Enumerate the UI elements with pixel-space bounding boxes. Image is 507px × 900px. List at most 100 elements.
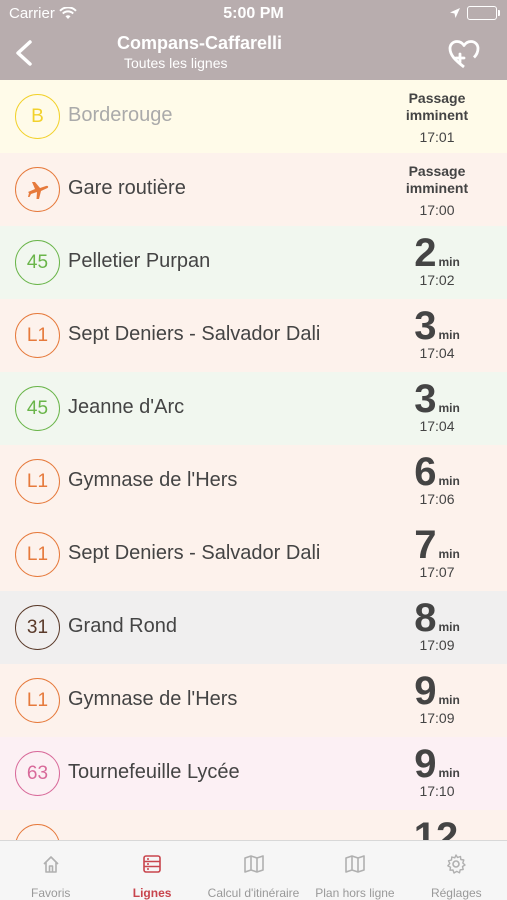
status-text: Passage imminent bbox=[405, 90, 469, 123]
departure-row[interactable]: 63 Tournefeuille Lycée 9 min 17:10 bbox=[0, 737, 507, 810]
scheduled-time: 17:02 bbox=[419, 272, 455, 288]
minutes-unit: min bbox=[438, 401, 460, 415]
minutes-unit: min bbox=[438, 255, 460, 269]
line-number: L1 bbox=[26, 470, 49, 492]
scheduled-time: 17:09 bbox=[419, 710, 455, 726]
minutes-unit: min bbox=[438, 547, 460, 561]
line-badge: L1 bbox=[15, 532, 60, 577]
imminent-status: Passage imminent 17:01 bbox=[387, 90, 487, 146]
map-icon bbox=[243, 855, 264, 873]
departure-row[interactable]: L1 Sept Deniers - Salvador Dali 3 min 17:04 bbox=[0, 299, 507, 372]
line-badge: 31 bbox=[15, 605, 60, 650]
countdown: 8 min 17:09 bbox=[387, 597, 487, 653]
minutes-value: 8 bbox=[414, 596, 437, 640]
departure-row[interactable]: Gare routière Passage imminent 17:00 bbox=[0, 153, 507, 226]
status-bar: Carrier 5:00 PM bbox=[0, 0, 507, 28]
line-badge bbox=[15, 824, 60, 840]
minutes-unit: min bbox=[438, 766, 460, 780]
destination-label: Gymnase de l'Hers bbox=[68, 469, 238, 491]
destination-label: Pelletier Purpan bbox=[68, 250, 211, 272]
minutes-value: 3 bbox=[414, 377, 437, 421]
scheduled-time: 17:00 bbox=[419, 202, 455, 218]
minutes-unit: min bbox=[438, 620, 460, 634]
plane-icon bbox=[27, 181, 48, 199]
map-icon bbox=[345, 855, 365, 873]
line-badge: L1 bbox=[15, 678, 60, 723]
minutes-unit: min bbox=[438, 328, 460, 342]
page-subtitle: Toutes les lignes bbox=[124, 55, 228, 71]
minutes-value: 3 bbox=[414, 304, 437, 348]
destination-label: Gare routière bbox=[68, 177, 186, 199]
departure-row[interactable]: L1 Gymnase de l'Hers 6 min 17:06 bbox=[0, 445, 507, 518]
line-badge bbox=[15, 167, 60, 212]
scheduled-time: 17:04 bbox=[419, 345, 455, 361]
line-number: B bbox=[31, 105, 44, 127]
departures-list[interactable]: B Borderouge Passage imminent 17:01 Gare rou… bbox=[0, 80, 507, 840]
tab-lignes[interactable]: Lignes bbox=[101, 841, 202, 900]
add-favorite-icon[interactable] bbox=[447, 38, 481, 70]
tab-bar: Favoris Lignes Calcul d'itinéraire Plan hor… bbox=[0, 840, 507, 900]
minutes-value: 12 bbox=[413, 815, 459, 840]
minutes-value: 7 bbox=[414, 523, 437, 567]
departure-row[interactable]: 45 Jeanne d'Arc 3 min 17:04 bbox=[0, 372, 507, 445]
line-number: L1 bbox=[26, 689, 49, 711]
back-button[interactable] bbox=[10, 36, 40, 70]
scheduled-time: 17:09 bbox=[419, 637, 455, 653]
gear-icon bbox=[447, 854, 467, 874]
countdown: 2 min 17:02 bbox=[387, 232, 487, 288]
list-icon bbox=[143, 855, 161, 873]
nav-bar: Compans-Caffarelli Toutes les lignes bbox=[0, 28, 507, 80]
countdown: 9 min 17:09 bbox=[387, 670, 487, 726]
tab-calcul-d-itinéraire[interactable]: Calcul d'itinéraire bbox=[203, 841, 304, 900]
page-title: Compans-Caffarelli bbox=[117, 33, 283, 53]
departure-row[interactable]: 12 bbox=[0, 810, 507, 840]
departure-row[interactable]: L1 Sept Deniers - Salvador Dali 7 min 17:07 bbox=[0, 518, 507, 591]
minutes-value: 9 bbox=[414, 669, 437, 713]
destination-label: Grand Rond bbox=[68, 615, 177, 637]
tab-label: Plan hors ligne bbox=[315, 886, 395, 900]
imminent-status: Passage imminent 17:00 bbox=[387, 163, 487, 219]
destination-label: Borderouge bbox=[68, 104, 173, 126]
minutes-unit: min bbox=[438, 693, 460, 707]
status-text: Passage imminent bbox=[405, 163, 469, 196]
countdown: 3 min 17:04 bbox=[387, 378, 487, 434]
destination-label: Sept Deniers - Salvador Dali bbox=[68, 542, 321, 564]
tab-plan-hors-ligne[interactable]: Plan hors ligne bbox=[304, 841, 405, 900]
destination-label: Jeanne d'Arc bbox=[68, 396, 185, 418]
home-icon bbox=[43, 856, 59, 873]
line-number: L1 bbox=[26, 543, 49, 565]
scheduled-time: 17:01 bbox=[419, 129, 455, 145]
countdown: 12 bbox=[387, 816, 487, 840]
line-badge: 63 bbox=[15, 751, 60, 796]
minutes-value: 2 bbox=[414, 231, 437, 275]
tab-favoris[interactable]: Favoris bbox=[0, 841, 101, 900]
scheduled-time: 17:07 bbox=[419, 564, 455, 580]
scheduled-time: 17:10 bbox=[419, 783, 455, 799]
line-number: 45 bbox=[26, 251, 49, 273]
tab-label: Calcul d'itinéraire bbox=[207, 886, 300, 900]
destination-label: Gymnase de l'Hers bbox=[68, 688, 238, 710]
line-badge: B bbox=[15, 94, 60, 139]
clock: 5:00 PM bbox=[223, 5, 284, 22]
departure-row[interactable]: B Borderouge Passage imminent 17:01 bbox=[0, 80, 507, 153]
tab-réglages[interactable]: Réglages bbox=[406, 841, 507, 900]
line-badge: 45 bbox=[15, 386, 60, 431]
countdown: 9 min 17:10 bbox=[387, 743, 487, 799]
line-number: 45 bbox=[26, 397, 49, 419]
line-number: L1 bbox=[26, 324, 49, 346]
line-badge: L1 bbox=[15, 313, 60, 358]
minutes-unit: min bbox=[438, 474, 460, 488]
location-arrow-icon bbox=[450, 8, 460, 18]
departure-row[interactable]: 45 Pelletier Purpan 2 min 17:02 bbox=[0, 226, 507, 299]
scheduled-time: 17:06 bbox=[419, 491, 455, 507]
destination-label: Tournefeuille Lycée bbox=[68, 761, 240, 783]
countdown: 3 min 17:04 bbox=[387, 305, 487, 361]
scheduled-time: 17:04 bbox=[419, 418, 455, 434]
minutes-value: 6 bbox=[414, 450, 437, 494]
departure-row[interactable]: 31 Grand Rond 8 min 17:09 bbox=[0, 591, 507, 664]
countdown: 7 min 17:07 bbox=[387, 524, 487, 580]
line-badge: 45 bbox=[15, 240, 60, 285]
line-badge: L1 bbox=[15, 459, 60, 504]
departure-row[interactable]: L1 Gymnase de l'Hers 9 min 17:09 bbox=[0, 664, 507, 737]
minutes-value: 9 bbox=[414, 742, 437, 786]
